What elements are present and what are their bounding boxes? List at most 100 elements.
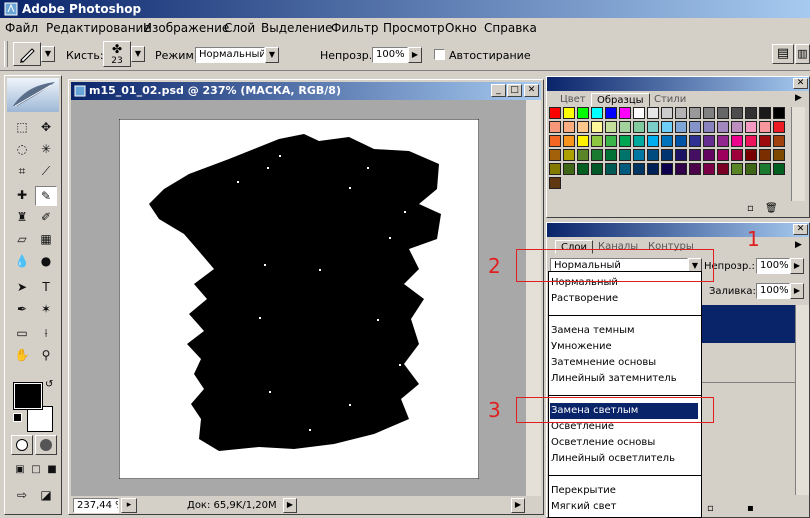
color-swatch[interactable] [689, 121, 701, 133]
zoom-field[interactable]: 237,44 % [73, 498, 119, 513]
color-swatch[interactable] [703, 163, 715, 175]
color-swatch[interactable] [731, 149, 743, 161]
color-swatch[interactable] [717, 121, 729, 133]
color-swatch[interactable] [647, 121, 659, 133]
jump-to-imageready-icon[interactable]: ⇨ [9, 486, 35, 506]
tab-swatches[interactable]: Образцы [591, 93, 650, 107]
color-swatch[interactable] [619, 135, 631, 147]
color-swatch[interactable] [633, 121, 645, 133]
menu-filter[interactable]: Фильтр [331, 21, 378, 35]
color-swatch[interactable] [717, 163, 729, 175]
dodge-tool-icon[interactable]: ● [35, 252, 57, 272]
color-swatch[interactable] [605, 107, 617, 119]
color-swatch[interactable] [661, 121, 673, 133]
color-swatch[interactable] [759, 121, 771, 133]
menu-file[interactable]: Файл [5, 21, 38, 35]
blend-option-overlay[interactable]: Перекрытие [551, 483, 616, 499]
menu-image[interactable]: Изображение [143, 21, 229, 35]
swatches-menu-icon[interactable]: ▶ [795, 93, 802, 103]
color-swatch[interactable] [731, 135, 743, 147]
color-swatch[interactable] [745, 149, 757, 161]
menu-help[interactable]: Справка [484, 21, 537, 35]
canvas-area[interactable] [71, 100, 526, 496]
color-swatch[interactable] [619, 163, 631, 175]
blend-option-color-dodge[interactable]: Осветление основы [551, 435, 655, 451]
color-swatch[interactable] [731, 163, 743, 175]
color-swatch[interactable] [731, 121, 743, 133]
color-swatch[interactable] [731, 107, 743, 119]
blend-option-soft-light[interactable]: Мягкий свет [551, 499, 616, 515]
blur-tool-icon[interactable]: 💧 [11, 252, 33, 272]
color-swatch[interactable] [605, 121, 617, 133]
layers-close-button[interactable]: ✕ [793, 224, 808, 235]
color-swatch[interactable] [773, 163, 785, 175]
color-swatch[interactable] [717, 107, 729, 119]
clone-stamp-icon[interactable]: ♜ [11, 208, 33, 228]
quick-mask-button[interactable] [35, 435, 57, 455]
color-swatch[interactable] [563, 149, 575, 161]
color-swatch[interactable] [675, 121, 687, 133]
color-swatch[interactable] [759, 135, 771, 147]
color-swatch[interactable] [661, 149, 673, 161]
color-swatch[interactable] [591, 107, 603, 119]
pencil-tool-icon[interactable]: ✎ [35, 186, 57, 206]
color-swatch[interactable] [591, 149, 603, 161]
color-swatch[interactable] [745, 107, 757, 119]
color-swatch[interactable] [577, 163, 589, 175]
mode-dropdown-arrow[interactable]: ▼ [265, 47, 279, 63]
blend-option-darken[interactable]: Замена темным [551, 323, 635, 339]
brush-picker[interactable]: ✤ 23 [103, 41, 131, 67]
layer-opacity-arrow[interactable]: ▶ [790, 258, 804, 274]
color-swatch[interactable] [773, 135, 785, 147]
color-swatch[interactable] [549, 177, 561, 189]
mode-select[interactable]: Нормальный [195, 47, 265, 63]
screen-mode-full-icon[interactable]: ■ [41, 460, 63, 480]
color-swatch[interactable] [647, 149, 659, 161]
menu-layer[interactable]: Слой [224, 21, 255, 35]
menu-view[interactable]: Просмотр [383, 21, 445, 35]
blend-option-color-burn[interactable]: Затемнение основы [551, 355, 656, 371]
menu-select[interactable]: Выделение [261, 21, 332, 35]
type-tool-icon[interactable]: T [35, 278, 57, 298]
feather-logo[interactable] [7, 78, 59, 112]
standard-mode-button[interactable] [11, 435, 33, 455]
color-swatch[interactable] [675, 163, 687, 175]
notes-tool-icon[interactable]: ▭ [11, 324, 33, 344]
marquee-tool-icon[interactable]: ⬚ [11, 118, 33, 138]
color-swatch[interactable] [605, 135, 617, 147]
default-colors-icon[interactable] [13, 413, 22, 422]
color-swatch[interactable] [675, 107, 687, 119]
blend-option-linear-dodge[interactable]: Линейный осветлитель [551, 451, 675, 467]
background-color-swatch[interactable] [27, 406, 53, 432]
color-swatch[interactable] [703, 149, 715, 161]
color-swatch[interactable] [703, 107, 715, 119]
maximize-button[interactable]: □ [507, 84, 522, 97]
menu-edit[interactable]: Редактирование [46, 21, 151, 35]
color-swatch[interactable] [717, 135, 729, 147]
blend-option-multiply[interactable]: Умножение [551, 339, 612, 355]
color-swatch[interactable] [689, 107, 701, 119]
tab-color[interactable]: Цвет [555, 93, 591, 107]
pen-tool-icon[interactable]: ✒ [11, 300, 33, 320]
close-button[interactable]: ✕ [524, 84, 539, 97]
color-swatch[interactable] [675, 135, 687, 147]
lasso-tool-icon[interactable]: ◌ [11, 140, 33, 160]
color-swatch[interactable] [703, 135, 715, 147]
blend-option-dissolve[interactable]: Растворение [551, 291, 618, 307]
color-swatch[interactable] [689, 149, 701, 161]
color-swatch[interactable] [577, 107, 589, 119]
path-select-icon[interactable]: ➤ [11, 278, 33, 298]
color-swatch[interactable] [661, 135, 673, 147]
color-swatch[interactable] [773, 107, 785, 119]
color-swatch[interactable] [745, 163, 757, 175]
color-swatch[interactable] [633, 107, 645, 119]
slice-tool-icon[interactable]: ⟋ [35, 162, 57, 182]
color-swatch[interactable] [759, 107, 771, 119]
color-swatch[interactable] [703, 121, 715, 133]
autoerase-checkbox[interactable] [434, 49, 445, 60]
color-swatch[interactable] [633, 163, 645, 175]
color-swatch[interactable] [689, 163, 701, 175]
gradient-tool-icon[interactable]: ▦ [35, 230, 57, 250]
color-swatch[interactable] [773, 121, 785, 133]
history-brush-icon[interactable]: ✐ [35, 208, 57, 228]
